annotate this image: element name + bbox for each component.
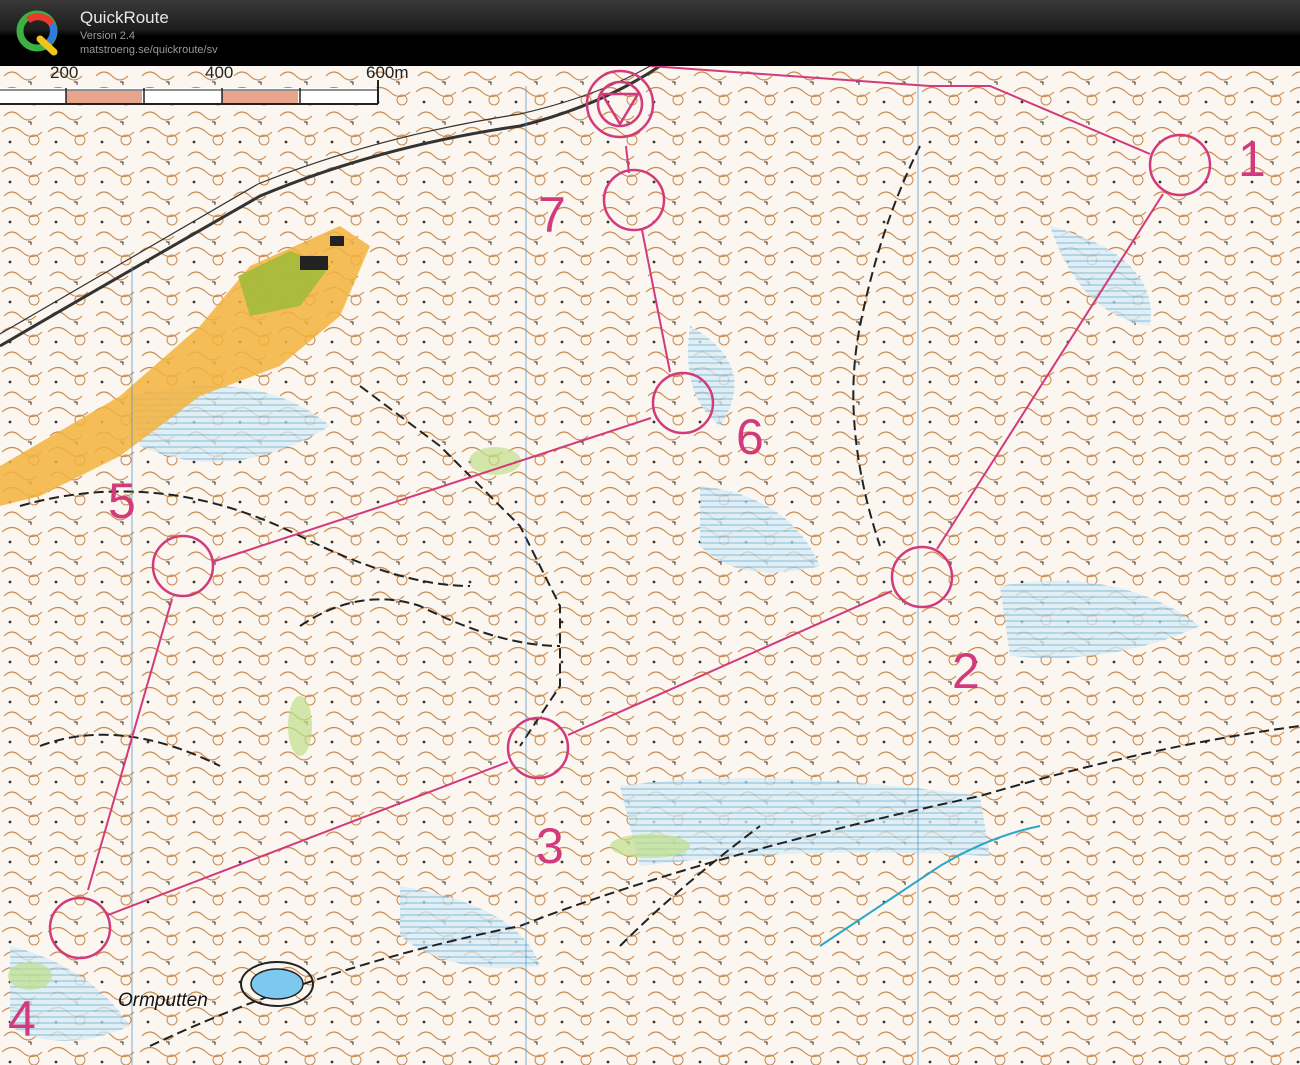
control-number-4: 4 <box>8 991 36 1047</box>
terrain-contours <box>0 66 1300 1065</box>
orienteering-map[interactable]: Ormputten 200 400 600m 1 2 3 4 5 6 7 <box>0 66 1300 1065</box>
ormputten-lake <box>240 961 314 1007</box>
control-number-3: 3 <box>536 818 564 874</box>
app-name: QuickRoute <box>80 8 169 27</box>
quickroute-logo-icon <box>16 10 58 56</box>
scale-label-400: 400 <box>205 66 233 82</box>
control-number-6: 6 <box>736 409 764 465</box>
control-number-2: 2 <box>952 643 980 699</box>
app-url: matstroeng.se/quickroute/sv <box>80 44 218 56</box>
app-version: Version 2.4 <box>80 30 136 42</box>
scale-label-200: 200 <box>50 66 78 82</box>
control-number-7: 7 <box>538 187 566 243</box>
title-bar: QuickRoute Version 2.4 matstroeng.se/qui… <box>0 0 1300 66</box>
scale-label-600m: 600m <box>366 66 409 82</box>
lake-label: Ormputten <box>118 990 208 1011</box>
control-number-1: 1 <box>1238 131 1266 187</box>
control-number-5: 5 <box>108 473 136 529</box>
